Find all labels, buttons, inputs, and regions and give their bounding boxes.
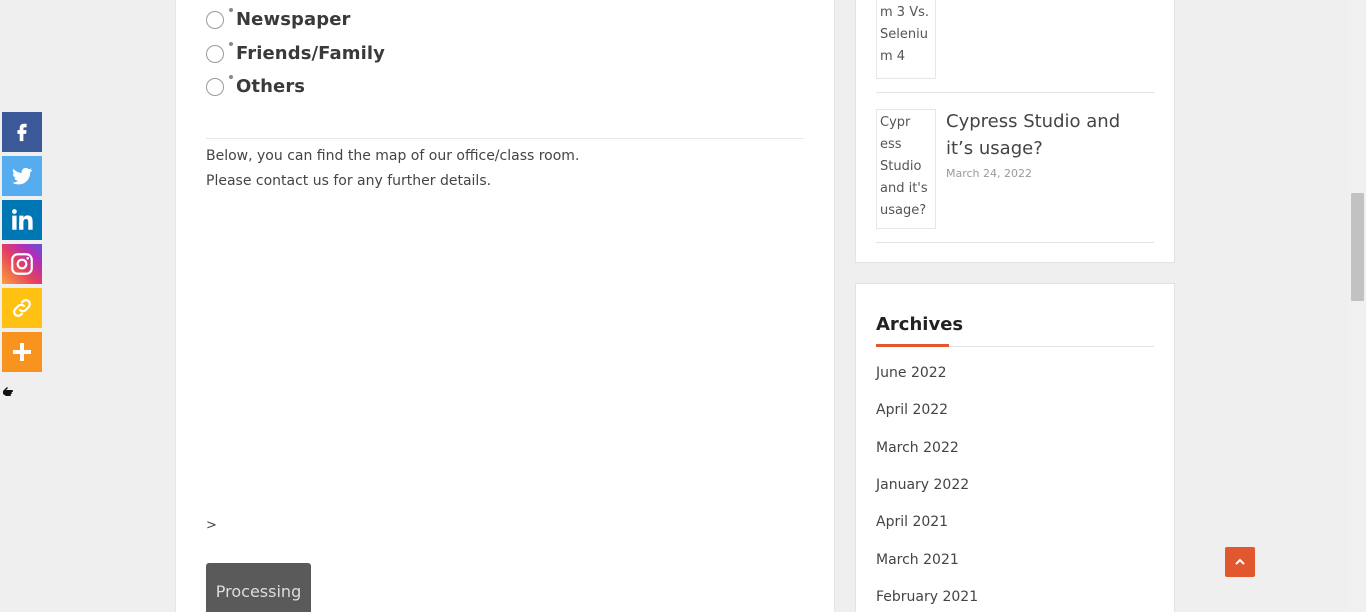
section-divider xyxy=(206,138,804,139)
radio-label: Newspaper xyxy=(236,9,351,30)
scrollbar-thumb[interactable] xyxy=(1351,193,1364,301)
radio-option-friends-family[interactable]: Friends/Family xyxy=(206,41,386,64)
post-thumbnail[interactable]: Seleniu m 3 Vs. Seleniu m 4 xyxy=(876,0,936,79)
radio-option-others[interactable]: Others xyxy=(206,74,306,97)
facebook-share-button[interactable] xyxy=(2,112,42,152)
instagram-share-button[interactable] xyxy=(2,244,42,284)
twitter-share-button[interactable] xyxy=(2,156,42,196)
linkedin-share-button[interactable] xyxy=(2,200,42,240)
archive-link[interactable]: March 2022 xyxy=(876,440,959,456)
linkedin-icon xyxy=(12,209,33,230)
post-thumbnail[interactable]: Cypr ess Studio and it's usage? xyxy=(876,109,936,229)
archive-link[interactable]: January 2022 xyxy=(876,477,969,493)
thumbnail-alt-text: Seleniu m 3 Vs. Seleniu m 4 xyxy=(880,5,929,64)
chevron-up-icon xyxy=(1235,558,1245,565)
archive-link[interactable]: April 2021 xyxy=(876,514,948,530)
contact-text: Please contact us for any further detail… xyxy=(206,173,492,189)
archive-link[interactable]: June 2022 xyxy=(876,365,947,381)
thumbnail-alt-text: Cypr ess Studio and it's usage? xyxy=(880,115,928,218)
radio-button[interactable] xyxy=(206,41,233,63)
recent-posts-widget: Seleniu m 3 Vs. Seleniu m 4 Cypr ess Stu… xyxy=(855,0,1175,263)
post-separator xyxy=(876,242,1154,243)
page-scrollbar[interactable] xyxy=(1349,0,1366,612)
post-date: March 24, 2022 xyxy=(946,167,1033,180)
plus-icon xyxy=(13,343,31,361)
archive-link[interactable]: April 2022 xyxy=(876,402,948,418)
radio-option-newspaper[interactable]: Newspaper xyxy=(206,7,351,30)
instagram-icon xyxy=(11,253,33,275)
hide-share-bar-toggle[interactable] xyxy=(2,384,16,400)
social-share-bar xyxy=(2,112,42,376)
more-share-button[interactable] xyxy=(2,332,42,372)
archives-title: Archives xyxy=(876,314,964,335)
post-separator xyxy=(876,92,1154,93)
title-accent-bar xyxy=(876,344,949,347)
required-dot xyxy=(229,7,233,12)
archive-link[interactable]: March 2021 xyxy=(876,552,959,568)
back-to-top-button[interactable] xyxy=(1225,547,1255,577)
radio-button[interactable] xyxy=(206,74,233,96)
archives-widget: Archives June 2022 April 2022 March 2022… xyxy=(855,283,1175,612)
required-dot xyxy=(229,41,233,46)
link-icon xyxy=(13,299,31,317)
twitter-icon xyxy=(12,167,33,185)
main-content: Newspaper Friends/Family Others Below, y… xyxy=(175,0,835,612)
archive-link[interactable]: February 2021 xyxy=(876,589,978,605)
required-dot xyxy=(229,74,233,79)
radio-label: Others xyxy=(236,76,306,97)
processing-button[interactable]: Processing xyxy=(206,563,311,612)
radio-button[interactable] xyxy=(206,7,233,29)
copy-link-button[interactable] xyxy=(2,288,42,328)
stray-text: > xyxy=(206,518,217,533)
radio-label: Friends/Family xyxy=(236,43,386,64)
map-intro-text: Below, you can find the map of our offic… xyxy=(206,148,580,164)
facebook-icon xyxy=(17,123,27,142)
hand-pointer-icon xyxy=(3,387,13,396)
post-title-link[interactable]: Cypress Studio and it’s usage? xyxy=(946,108,1146,162)
